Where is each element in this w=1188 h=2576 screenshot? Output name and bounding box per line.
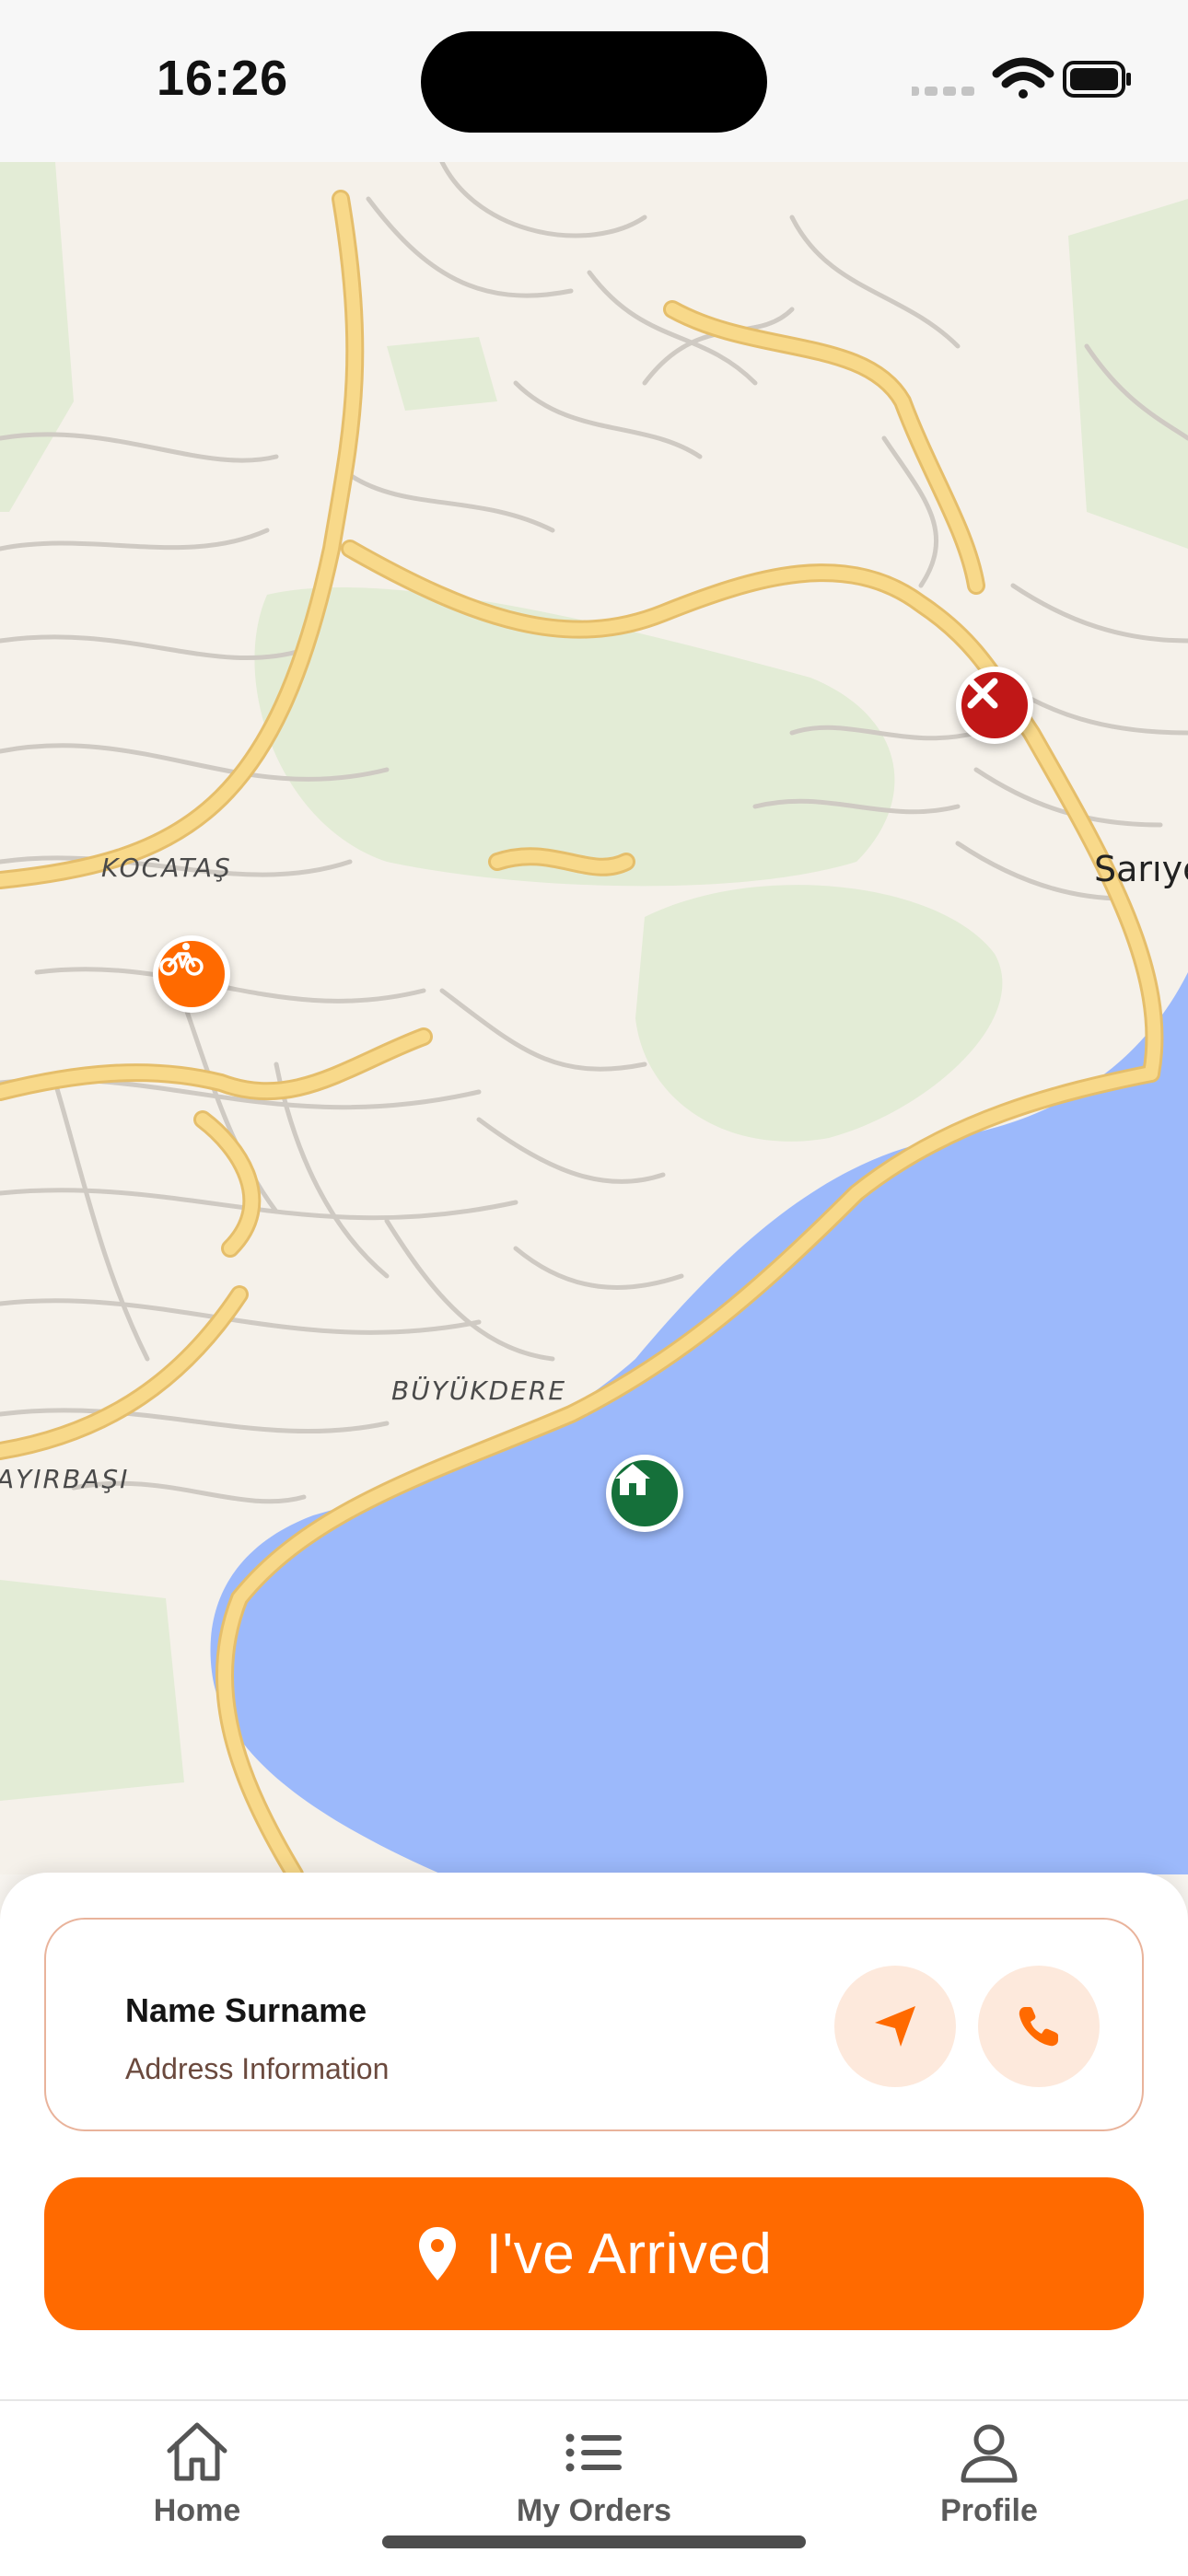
fork-knife-icon [967,678,998,709]
person-icon [961,2424,1018,2483]
wifi-icon [992,57,1054,99]
cellular-signal-icon [906,87,974,96]
arrived-button[interactable]: I've Arrived [44,2177,1144,2330]
tab-bar: Home My Orders Profile [0,2399,1188,2576]
map-label-sariyer: Sarıye [1094,849,1188,889]
tab-profile-label: Profile [940,2493,1038,2528]
tab-my-orders-label: My Orders [516,2493,672,2528]
house-icon [615,1464,650,1495]
home-pin[interactable] [606,1455,683,1532]
list-icon [565,2433,622,2472]
status-time: 16:26 [157,51,289,106]
map-label-kocatas: KOCATAŞ [101,853,232,883]
map-view[interactable]: KOCATAŞ Sarıye BÜYÜKDERE AYIRBAŞI [0,162,1188,1874]
tab-home-label: Home [153,2493,241,2528]
tab-my-orders[interactable]: My Orders [474,2419,714,2548]
house-icon [167,2422,227,2481]
customer-address: Address Information [125,2052,390,2085]
bottom-sheet: Name Surname Address Information I've Ar… [0,1873,1188,2401]
dynamic-island [421,31,767,133]
customer-card: Name Surname Address Information [44,1918,1144,2131]
customer-name: Name Surname [125,1991,367,2029]
phone-icon [1019,2007,1058,2047]
restaurant-pin[interactable] [956,667,1033,744]
status-bar: 16:26 [0,0,1188,162]
bicycle-icon [159,943,204,976]
home-indicator [382,2535,806,2548]
call-button[interactable] [978,1966,1100,2087]
map-label-buyukdere: BÜYÜKDERE [391,1375,567,1406]
battery-icon [1063,61,1131,98]
navigate-button[interactable] [834,1966,956,2087]
courier-pin[interactable] [153,935,230,1013]
navigate-icon [875,2006,915,2047]
arrived-button-label: I've Arrived [485,2222,773,2286]
tab-home[interactable]: Home [77,2419,317,2548]
location-pin-icon [418,2227,456,2280]
tab-profile[interactable]: Profile [869,2419,1109,2548]
map-label-ayirbasi: AYIRBAŞI [0,1464,130,1494]
status-icons [906,0,1188,162]
